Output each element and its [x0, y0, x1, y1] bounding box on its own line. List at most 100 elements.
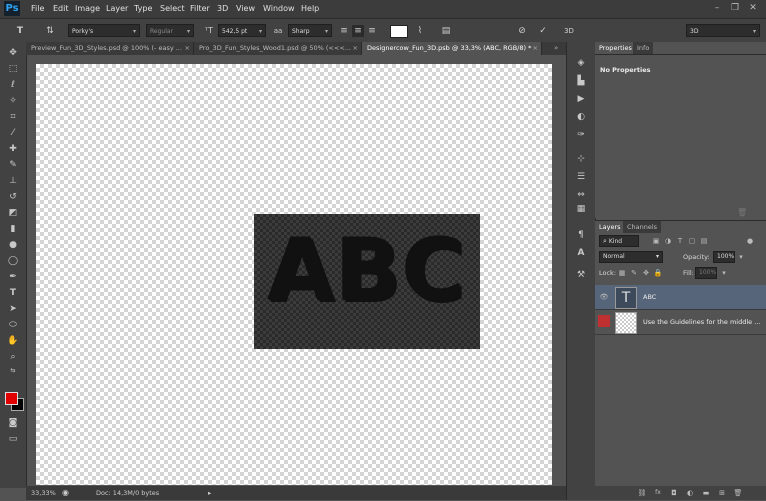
menu-select[interactable]: Select	[160, 4, 185, 13]
dodge-tool-icon[interactable]: ◯	[5, 254, 21, 268]
visibility-eye-icon[interactable]: 👁	[599, 292, 609, 302]
swap-colors-icon[interactable]: ⇆	[5, 364, 21, 378]
adjustments-icon[interactable]: ◐	[574, 110, 588, 124]
character-panel-icon[interactable]: ▤	[440, 25, 452, 37]
restore-button[interactable]: ❐	[729, 2, 741, 14]
menu-3d[interactable]: 3D	[217, 4, 228, 13]
tab-info[interactable]: Info	[633, 42, 654, 54]
lock-pixels-icon[interactable]: ✎	[629, 268, 639, 278]
workspace-dropdown[interactable]: 3D ▾	[686, 24, 760, 37]
blend-mode-dropdown[interactable]: Normal ▾	[599, 251, 663, 263]
text-orientation-icon[interactable]: ⇅	[44, 25, 56, 37]
layer-name[interactable]: Use the Guidelines for the middle ...	[643, 310, 760, 334]
new-group-icon[interactable]: ▬	[701, 488, 711, 498]
warp-text-icon[interactable]: ⌇	[414, 25, 426, 37]
filter-smart-object-icon[interactable]: ▤	[699, 236, 709, 246]
cancel-icon[interactable]: ⊘	[516, 25, 528, 37]
align-right-icon[interactable]: ≡	[366, 25, 378, 37]
pen-tool-icon[interactable]: ✒	[5, 270, 21, 284]
menu-edit[interactable]: Edit	[53, 4, 69, 13]
adjustment-layer-icon[interactable]: ◐	[685, 488, 695, 498]
menu-help[interactable]: Help	[301, 4, 319, 13]
histogram-icon[interactable]: ▙	[574, 74, 588, 88]
canvas-text-abc[interactable]: ABC	[252, 216, 482, 326]
align-center-icon[interactable]: ≡	[352, 25, 364, 37]
path-selection-icon[interactable]: ➤	[5, 302, 21, 316]
layer-style-icon[interactable]: fx	[653, 488, 663, 498]
text-color-swatch[interactable]	[390, 25, 408, 38]
close-tab-icon[interactable]: ×	[353, 42, 358, 55]
properties-sliders-icon[interactable]: ☰	[574, 170, 588, 184]
tab-channels[interactable]: Channels	[623, 221, 662, 233]
fill-input[interactable]: 100%	[695, 267, 717, 279]
lock-all-icon[interactable]: 🔒	[653, 268, 663, 278]
menu-filter[interactable]: Filter	[190, 4, 210, 13]
move-tool-icon[interactable]: ✥	[5, 46, 21, 60]
layer-name[interactable]: ABC	[643, 285, 656, 309]
document-tab[interactable]: Pro_3D_Fun_Styles_Wood1.psd @ 50% (<<<..…	[194, 42, 362, 55]
menu-layer[interactable]: Layer	[106, 4, 128, 13]
lock-position-icon[interactable]: ✥	[641, 268, 651, 278]
gradient-tool-icon[interactable]: ▮	[5, 222, 21, 236]
filter-adjustment-icon[interactable]: ◑	[663, 236, 673, 246]
zoom-tool-icon[interactable]: ⌕	[5, 350, 21, 364]
healing-brush-icon[interactable]: ✚	[5, 142, 21, 156]
eraser-tool-icon[interactable]: ◩	[5, 206, 21, 220]
marquee-tool-icon[interactable]: ⬚	[5, 62, 21, 76]
new-layer-icon[interactable]: ⊞	[717, 488, 727, 498]
eyedropper-icon[interactable]: ⁄	[5, 126, 21, 140]
quick-mask-icon[interactable]: ◙	[5, 416, 21, 430]
font-style-dropdown[interactable]: Regular ▾	[146, 24, 194, 37]
menu-image[interactable]: Image	[75, 4, 100, 13]
hand-tool-icon[interactable]: ✋	[5, 334, 21, 348]
3d-panel-icon[interactable]: ◈	[574, 56, 588, 70]
link-layers-icon[interactable]: ⛓	[637, 488, 647, 498]
close-window-button[interactable]: ✕	[747, 2, 759, 14]
delete-layer-icon[interactable]: 🗑	[733, 488, 743, 498]
3d-mode-button[interactable]: 3D	[561, 25, 577, 37]
lasso-tool-icon[interactable]: ℓ	[5, 78, 21, 92]
font-size-dropdown[interactable]: 542,5 pt ▾	[218, 24, 266, 37]
actions-play-icon[interactable]: ▶	[574, 92, 588, 106]
close-tab-icon[interactable]: ×	[533, 42, 538, 55]
zoom-level[interactable]: 33,33%	[31, 486, 56, 500]
clone-stamp-icon[interactable]: ⊥	[5, 174, 21, 188]
magic-wand-icon[interactable]: ✧	[5, 94, 21, 108]
filter-kind-dropdown[interactable]: ⌕ Kind	[599, 235, 639, 247]
antialias-dropdown[interactable]: Sharp ▾	[288, 24, 332, 37]
screen-mode-icon[interactable]: ▭	[5, 432, 21, 446]
filter-type-icon[interactable]: T	[675, 236, 685, 246]
lock-transparent-icon[interactable]: ▦	[617, 268, 627, 278]
document-tab[interactable]: Preview_Fun_3D_Styles.psd @ 100% (- easy…	[26, 42, 194, 55]
blur-tool-icon[interactable]: ●	[5, 238, 21, 252]
status-menu-icon[interactable]: ◉	[62, 486, 69, 500]
shape-tool-icon[interactable]: ⬭	[5, 318, 21, 332]
commit-icon[interactable]: ✓	[537, 25, 549, 37]
menu-view[interactable]: View	[236, 4, 255, 13]
font-family-dropdown[interactable]: Porky's ▾	[68, 24, 140, 37]
styles-icon[interactable]: ▦	[574, 202, 588, 216]
filter-shape-icon[interactable]: ▢	[687, 236, 697, 246]
layer-row-guidelines[interactable]: Use the Guidelines for the middle ...	[595, 309, 766, 335]
opacity-slider-icon[interactable]: ▾	[736, 252, 746, 262]
filter-toggle-icon[interactable]: ●	[745, 236, 755, 246]
tabs-overflow-icon[interactable]: »	[554, 42, 558, 55]
tools-icon[interactable]: ⚒	[574, 268, 588, 282]
brush-tool-icon[interactable]: ✎	[5, 158, 21, 172]
crop-tool-icon[interactable]: ⌗	[5, 110, 21, 124]
layer-row-abc[interactable]: 👁 T ABC	[595, 285, 766, 309]
fill-slider-icon[interactable]: ▾	[719, 268, 729, 278]
type-tool-preset-icon[interactable]: T	[14, 25, 26, 37]
filter-pixel-icon[interactable]: ▣	[651, 236, 661, 246]
opacity-input[interactable]: 100%	[713, 251, 735, 263]
menu-type[interactable]: Type	[134, 4, 152, 13]
close-tab-icon[interactable]: ×	[185, 42, 190, 55]
paragraph-icon[interactable]: ¶	[574, 228, 588, 242]
timeline-icon[interactable]: ⇔	[574, 188, 588, 202]
foreground-color-swatch[interactable]	[5, 392, 18, 405]
status-arrow-icon[interactable]: ▸	[208, 486, 211, 500]
document-tab-active[interactable]: Designercow_Fun_3D.psb @ 33,3% (ABC, RGB…	[362, 42, 542, 55]
type-tool-icon[interactable]: T	[5, 286, 21, 300]
history-brush-icon[interactable]: ↺	[5, 190, 21, 204]
menu-window[interactable]: Window	[263, 4, 295, 13]
